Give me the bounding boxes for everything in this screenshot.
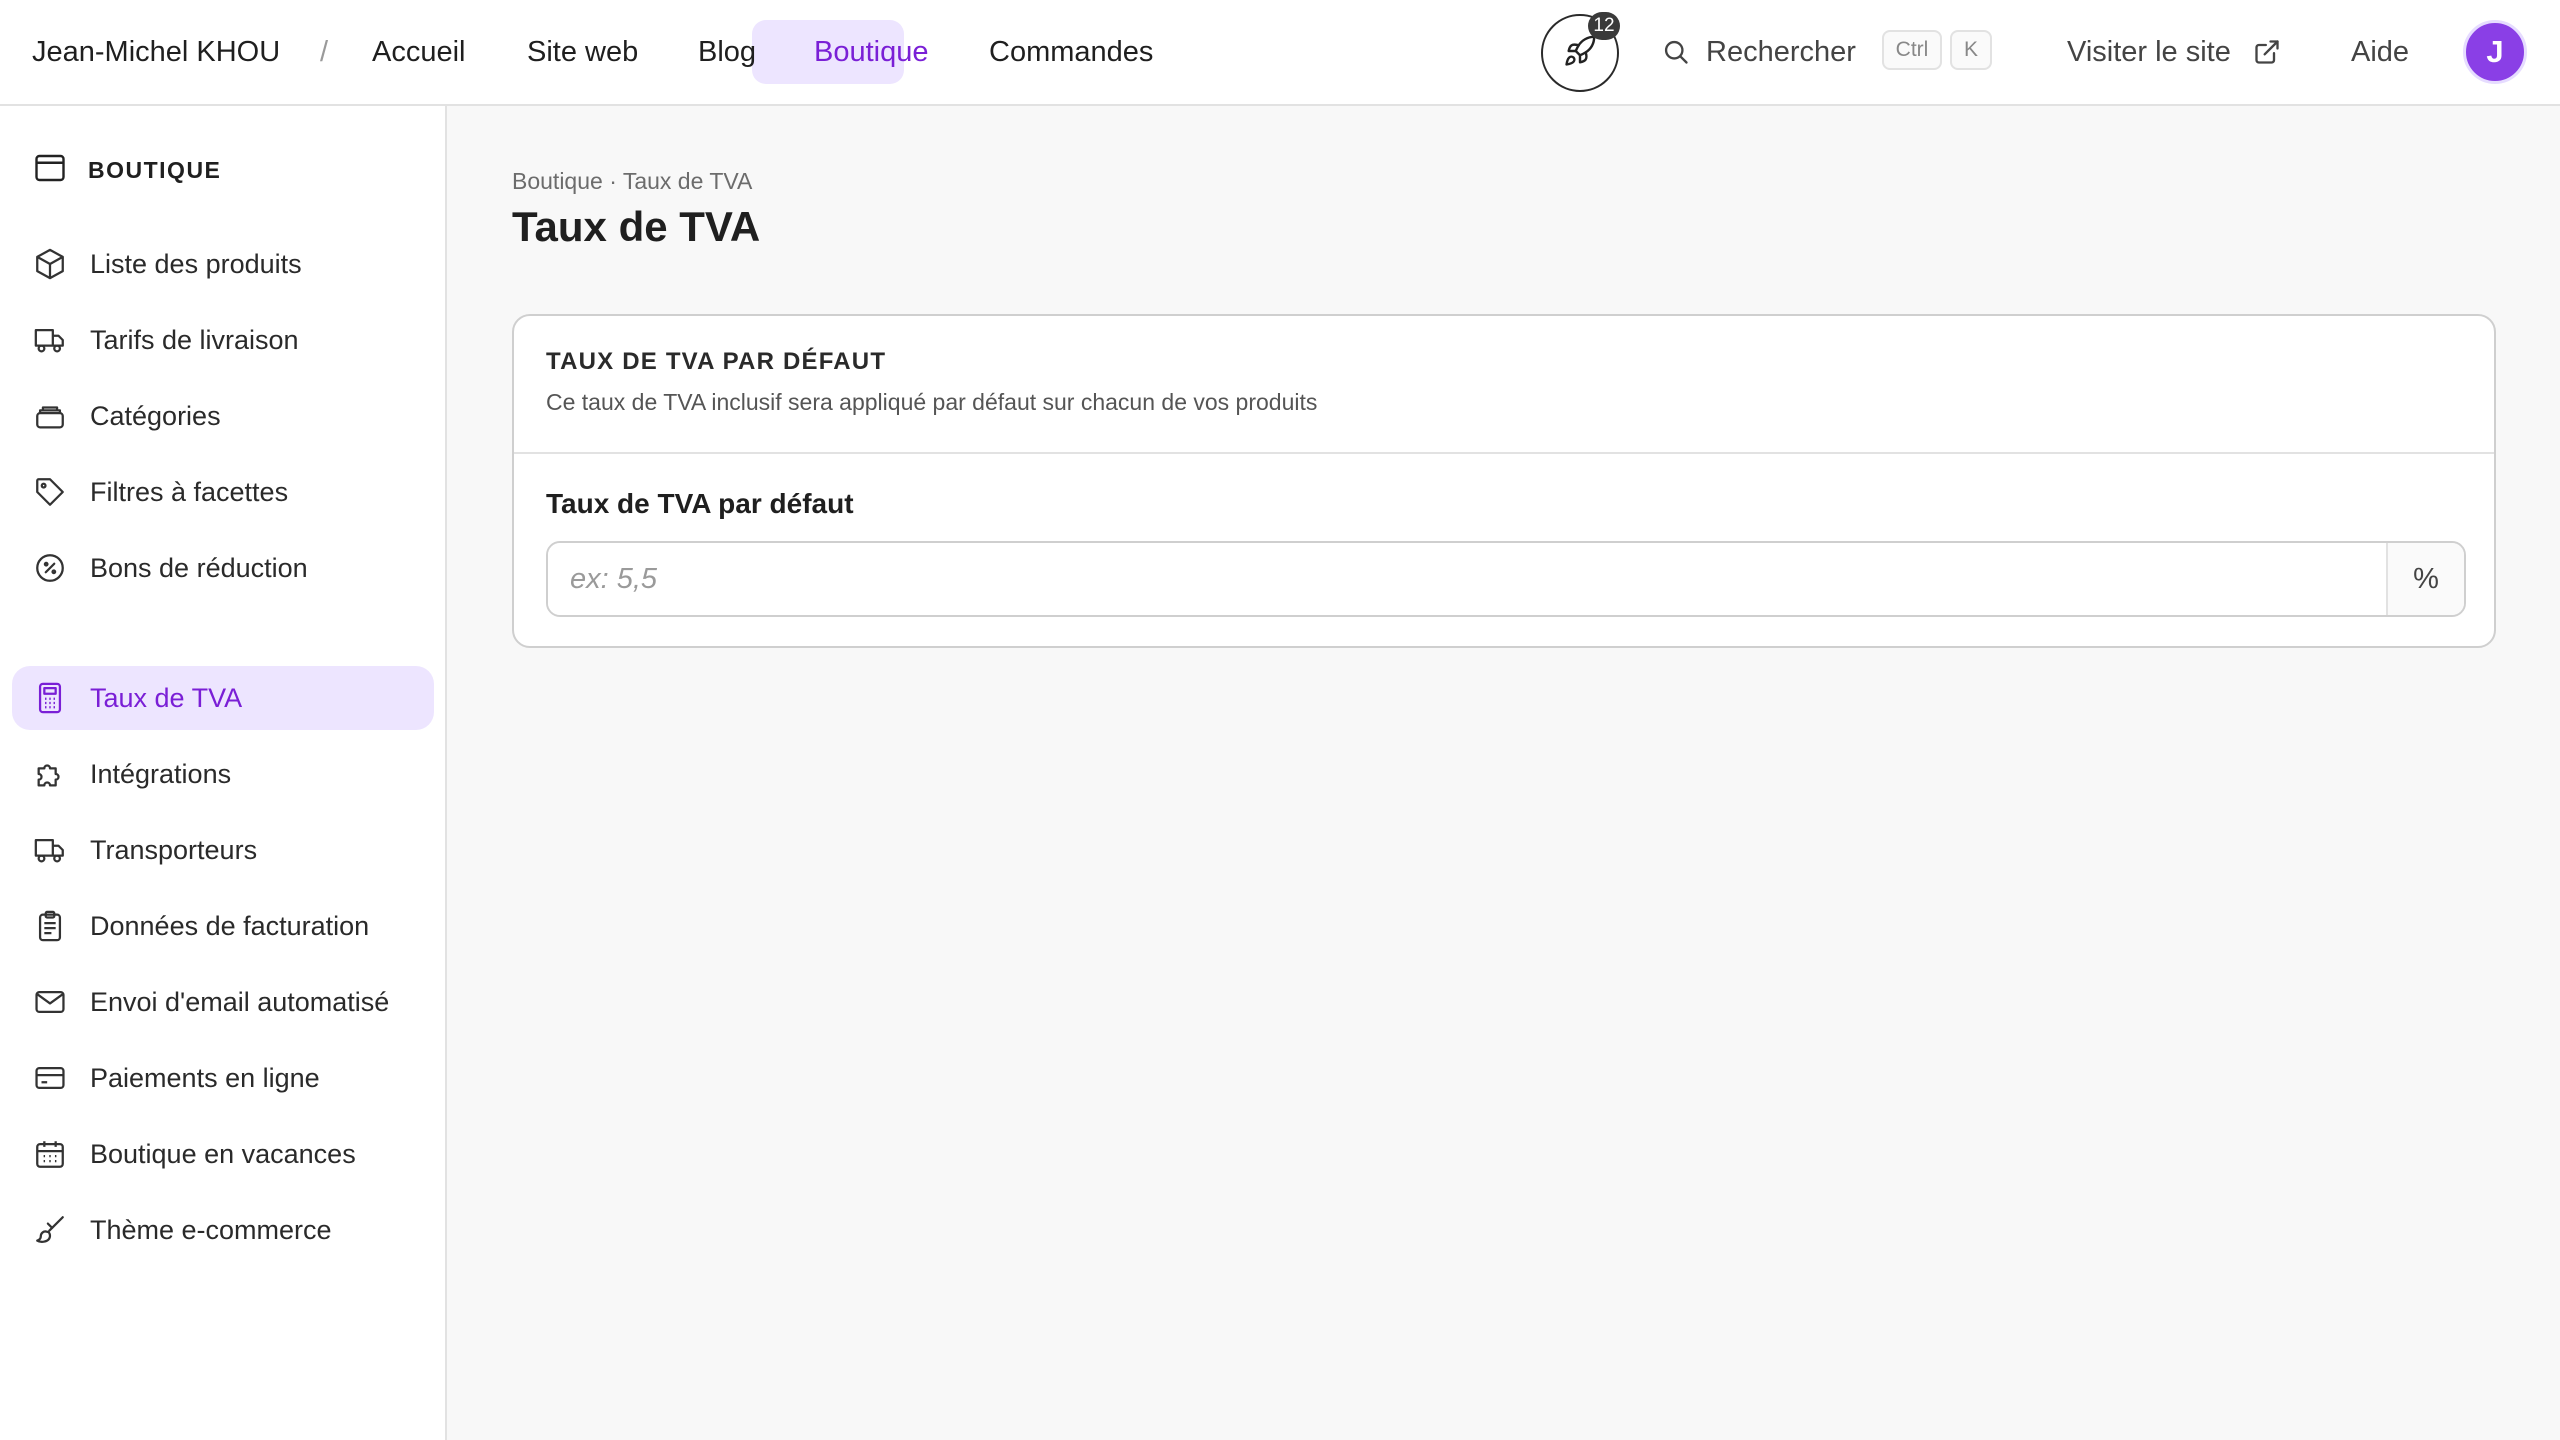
nav-commandes[interactable]: Commandes xyxy=(989,30,1153,74)
rocket-icon xyxy=(1563,34,1597,73)
credit-card-icon xyxy=(32,1060,68,1096)
sidebar-item-label: Bons de réduction xyxy=(90,552,308,583)
sidebar-item-label: Liste des produits xyxy=(90,248,302,279)
search-icon[interactable] xyxy=(1662,38,1690,71)
help-link[interactable]: Aide xyxy=(2351,30,2409,74)
sidebar-item-discount-codes[interactable]: Bons de réduction xyxy=(12,536,434,600)
sidebar-item-label: Données de facturation xyxy=(90,910,370,941)
sidebar-item-categories[interactable]: Catégories xyxy=(12,384,434,448)
sidebar-item-facet-filters[interactable]: Filtres à facettes xyxy=(12,460,434,524)
sidebar-item-products[interactable]: Liste des produits xyxy=(12,232,434,296)
sidebar-item-label: Filtres à facettes xyxy=(90,476,289,507)
box-icon xyxy=(32,246,68,282)
sidebar-item-label: Paiements en ligne xyxy=(90,1062,320,1093)
nav-blog[interactable]: Blog xyxy=(698,30,756,74)
sidebar-item-label: Thème e-commerce xyxy=(90,1214,332,1245)
sidebar-item-store-vacation[interactable]: Boutique en vacances xyxy=(12,1122,434,1186)
avatar[interactable]: J xyxy=(2463,20,2527,84)
vat-rate-input[interactable] xyxy=(548,543,2386,615)
calendar-icon xyxy=(32,1136,68,1172)
stack-icon xyxy=(32,398,68,434)
visit-site-link[interactable]: Visiter le site xyxy=(2067,30,2231,74)
sidebar: BOUTIQUE Liste des produits Tarifs de li… xyxy=(0,106,447,1440)
breadcrumb-separator: / xyxy=(320,36,329,68)
truck-icon xyxy=(32,322,68,358)
mail-icon xyxy=(32,984,68,1020)
card-title: TAUX DE TVA PAR DÉFAUT xyxy=(546,348,887,375)
page-title: Taux de TVA xyxy=(512,203,761,250)
truck-icon xyxy=(32,832,68,868)
sidebar-item-integrations[interactable]: Intégrations xyxy=(12,742,434,806)
brush-icon xyxy=(32,1212,68,1248)
sidebar-item-label: Taux de TVA xyxy=(90,682,243,713)
top-bar: Jean-Michel KHOU / Accueil Site web Blog… xyxy=(0,0,2560,106)
vat-rate-label: Taux de TVA par défaut xyxy=(546,488,854,519)
shortcut-key-ctrl: Ctrl xyxy=(1882,30,1942,70)
sidebar-item-label: Catégories xyxy=(90,400,221,431)
sidebar-item-label: Transporteurs xyxy=(90,834,258,865)
vat-settings-card: TAUX DE TVA PAR DÉFAUT Ce taux de TVA in… xyxy=(512,314,2496,648)
sidebar-item-billing-data[interactable]: Données de facturation xyxy=(12,894,434,958)
sidebar-item-online-payments[interactable]: Paiements en ligne xyxy=(12,1046,434,1110)
sidebar-section-header: BOUTIQUE xyxy=(32,150,221,191)
card-header: TAUX DE TVA PAR DÉFAUT Ce taux de TVA in… xyxy=(514,316,2494,454)
sidebar-item-label: Envoi d'email automatisé xyxy=(90,986,390,1017)
external-link-icon[interactable] xyxy=(2253,38,2281,71)
storefront-icon xyxy=(32,150,68,191)
sidebar-section-title: BOUTIQUE xyxy=(88,157,222,183)
card-description: Ce taux de TVA inclusif sera appliqué pa… xyxy=(546,389,1318,415)
search-button[interactable]: Rechercher xyxy=(1706,30,1856,74)
nav-site-web[interactable]: Site web xyxy=(527,30,638,74)
nav-accueil[interactable]: Accueil xyxy=(372,30,466,74)
sidebar-item-shipping-rates[interactable]: Tarifs de livraison xyxy=(12,308,434,372)
discount-icon xyxy=(32,550,68,586)
shortcut-key-k: K xyxy=(1950,30,1992,70)
owner-name[interactable]: Jean-Michel KHOU xyxy=(32,30,280,74)
clipboard-icon xyxy=(32,908,68,944)
sidebar-item-label: Tarifs de livraison xyxy=(90,324,299,355)
vat-rate-field: % xyxy=(546,541,2466,617)
sidebar-item-label: Intégrations xyxy=(90,758,232,789)
puzzle-icon xyxy=(32,756,68,792)
nav-boutique[interactable]: Boutique xyxy=(814,30,929,74)
sidebar-item-ecommerce-theme[interactable]: Thème e-commerce xyxy=(12,1198,434,1262)
notification-badge: 12 xyxy=(1588,12,1620,40)
sidebar-item-automated-email[interactable]: Envoi d'email automatisé xyxy=(12,970,434,1034)
percent-suffix: % xyxy=(2386,543,2464,615)
sidebar-item-vat-rates[interactable]: Taux de TVA xyxy=(12,666,434,730)
tag-icon xyxy=(32,474,68,510)
sidebar-item-carriers[interactable]: Transporteurs xyxy=(12,818,434,882)
breadcrumb: Boutique · Taux de TVA xyxy=(512,168,753,194)
calculator-icon xyxy=(32,680,68,716)
sidebar-item-label: Boutique en vacances xyxy=(90,1138,356,1169)
